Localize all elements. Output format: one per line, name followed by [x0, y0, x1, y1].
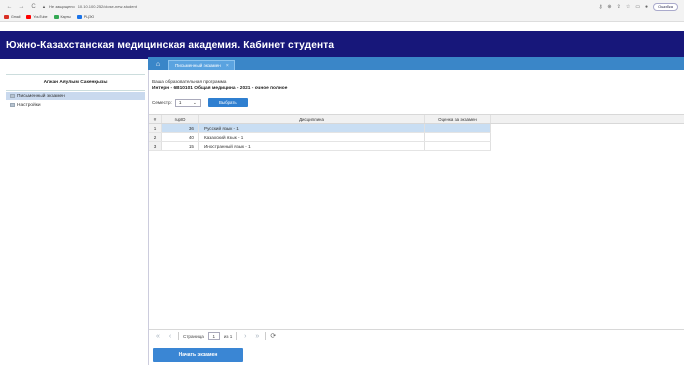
- sidebar: Агжан Аяулым Сакенқызы Письменный экзаме…: [6, 74, 145, 365]
- bookmark-label: Gmail: [11, 15, 21, 19]
- row-score: [425, 133, 491, 141]
- row-number: 3: [149, 142, 162, 150]
- start-exam-button[interactable]: Начать экзамен: [153, 348, 243, 362]
- row-discipline: Казахский язык - 1: [199, 133, 425, 141]
- row-rupid: 40: [162, 133, 199, 141]
- bookmark-label: YouTube: [33, 15, 48, 19]
- row-rupid: 36: [162, 124, 199, 132]
- table-row[interactable]: 2 40 Казахский язык - 1: [149, 133, 491, 142]
- tab-label: Письменный экзамен: [175, 63, 221, 68]
- pager: « ‹ Страница 1 из 1 › » ⟳: [149, 329, 684, 342]
- table-row[interactable]: 1 36 Русский язык - 1: [149, 124, 491, 133]
- disciplines-grid: # rupID Дисциплина Оценка за экзамен 1 3…: [149, 114, 684, 151]
- sidebar-item-label: Настройки: [17, 102, 41, 108]
- choose-button[interactable]: Выбрать: [207, 98, 248, 107]
- sidebar-toggle-icon[interactable]: ▭: [635, 4, 640, 10]
- semester-select[interactable]: 1 ⌄: [174, 98, 201, 107]
- reload-button[interactable]: C: [30, 4, 37, 10]
- bookmark-maps[interactable]: Карты: [53, 15, 71, 19]
- maps-icon: [53, 15, 59, 19]
- key-icon[interactable]: ⚷: [599, 4, 603, 10]
- home-icon: ⌂: [155, 61, 161, 68]
- row-number: 1: [149, 124, 162, 132]
- chevron-down-icon: ⌄: [192, 99, 197, 105]
- column-header-number[interactable]: #: [149, 115, 162, 123]
- share-icon[interactable]: ⇪: [617, 4, 621, 10]
- tab-bar: ⌂ Письменный экзамен ×: [148, 57, 684, 70]
- row-score: [425, 142, 491, 150]
- semester-value: 1: [178, 100, 182, 105]
- semester-row: Семестр: 1 ⌄ Выбрать: [152, 98, 248, 107]
- home-tab[interactable]: ⌂: [150, 59, 166, 70]
- youtube-icon: [26, 15, 32, 19]
- row-discipline: Русский язык - 1: [199, 124, 425, 132]
- bookmark-label: РЦЭО: [83, 15, 95, 19]
- profile-error-button[interactable]: Ошибка: [653, 2, 678, 11]
- page-input[interactable]: 1: [207, 332, 220, 340]
- column-header-discipline[interactable]: Дисциплина: [199, 115, 425, 123]
- column-header-rupid[interactable]: rupID: [162, 115, 199, 123]
- url-text: 10.10.100.252/close-new-student: [77, 4, 137, 9]
- content-panel: Ваша образовательная программа Интерн - …: [148, 70, 684, 365]
- rceo-icon: [76, 15, 82, 19]
- security-label: Не защищено: [48, 4, 75, 9]
- browser-actions: ⚷ ⊕ ⇪ ☆ ▭ ● Ошибка: [599, 2, 678, 11]
- sidebar-item-written-exam[interactable]: Письменный экзамен: [6, 92, 145, 100]
- grid-header: # rupID Дисциплина Оценка за экзамен: [149, 114, 684, 124]
- close-icon[interactable]: ×: [226, 63, 229, 69]
- sidebar-item-label: Письменный экзамен: [17, 93, 65, 99]
- bookmark-label: Карты: [60, 15, 71, 19]
- bookmark-gmail[interactable]: Gmail: [4, 15, 20, 19]
- back-button[interactable]: ←: [6, 4, 13, 10]
- column-header-filler: [491, 115, 684, 123]
- app-header: Южно-Казахстанская медицинская академия.…: [0, 31, 684, 59]
- column-header-score[interactable]: Оценка за экзамен: [425, 115, 491, 123]
- bookmark-youtube[interactable]: YouTube: [26, 15, 48, 19]
- pager-separator: [236, 332, 238, 340]
- row-discipline: Иностранный язык - 1: [199, 142, 425, 150]
- sidebar-item-settings[interactable]: Настройки: [6, 101, 145, 109]
- prev-page-button[interactable]: ‹: [166, 333, 174, 340]
- app-title: Южно-Казахстанская медицинская академия.…: [6, 39, 335, 51]
- semester-label: Семестр:: [152, 100, 172, 105]
- zoom-icon[interactable]: ⊕: [607, 4, 611, 10]
- row-score: [425, 124, 491, 132]
- star-icon[interactable]: ☆: [626, 4, 630, 10]
- next-page-button[interactable]: ›: [241, 333, 249, 340]
- browser-toolbar: ← → C ▲ Не защищено 10.10.100.252/close-…: [0, 0, 684, 13]
- folder-icon: [10, 94, 15, 98]
- folder-icon: [10, 103, 15, 107]
- gmail-icon: [4, 15, 9, 19]
- page-label: Страница: [183, 333, 204, 339]
- pager-separator: [265, 332, 267, 340]
- last-page-button[interactable]: »: [253, 333, 261, 340]
- tab-written-exam[interactable]: Письменный экзамен ×: [168, 60, 235, 70]
- table-row[interactable]: 3 15 Иностранный язык - 1: [149, 142, 491, 151]
- page-of-label: из 1: [223, 333, 233, 339]
- program-value: Интерн - 6В10101 Общая медицина - 2021 -…: [152, 86, 288, 91]
- first-page-button[interactable]: «: [154, 333, 162, 340]
- profile-icon[interactable]: ●: [645, 4, 648, 10]
- row-number: 2: [149, 133, 162, 141]
- refresh-icon[interactable]: ⟳: [270, 332, 276, 340]
- row-rupid: 15: [162, 142, 199, 150]
- bookmark-rceo[interactable]: РЦЭО: [76, 15, 95, 19]
- bookmarks-bar: Gmail YouTube Карты РЦЭО: [0, 13, 684, 22]
- forward-button[interactable]: →: [18, 4, 25, 10]
- user-name: Агжан Аяулым Сакенқызы: [6, 74, 145, 91]
- address-bar[interactable]: ▲ Не защищено 10.10.100.252/close-new-st…: [42, 4, 137, 9]
- program-label: Ваша образовательная программа: [152, 79, 227, 84]
- pager-separator: [178, 332, 179, 340]
- warning-icon: ▲: [42, 4, 46, 9]
